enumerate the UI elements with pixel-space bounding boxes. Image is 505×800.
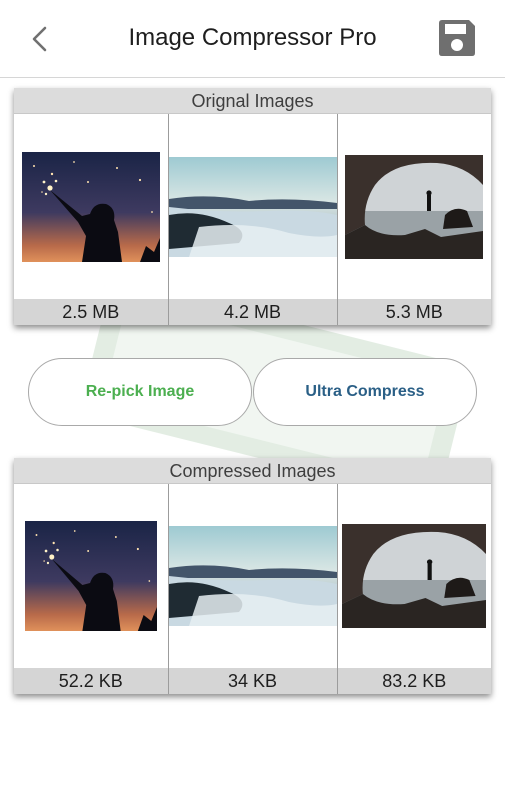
compressed-size-label: 34 KB	[168, 668, 337, 694]
sea-cave-image	[342, 524, 487, 628]
page-title: Image Compressor Pro	[128, 24, 377, 51]
original-size-label: 4.2 MB	[168, 299, 337, 325]
ultra-compress-button[interactable]: Ultra Compress	[253, 358, 477, 426]
sparkler-silhouette-image	[24, 521, 157, 631]
original-image-tile[interactable]: 4.2 MB	[168, 114, 338, 325]
compressed-image-tile[interactable]: 52.2 KB	[14, 484, 169, 694]
sea-of-clouds-image	[168, 156, 337, 257]
compressed-size-label: 83.2 KB	[337, 668, 491, 694]
app-bar: Image Compressor Pro	[0, 0, 505, 78]
compressed-image-tile[interactable]: 34 KB	[168, 484, 338, 694]
sea-cave-image	[345, 154, 484, 259]
compressed-size-label: 52.2 KB	[14, 668, 168, 694]
original-image-tile[interactable]: 2.5 MB	[14, 114, 169, 325]
compressed-image-tile[interactable]: 83.2 KB	[337, 484, 491, 694]
original-size-label: 5.3 MB	[337, 299, 491, 325]
compressed-images-header: Compressed Images	[14, 458, 491, 484]
repick-image-button[interactable]: Re-pick Image	[28, 358, 252, 426]
original-image-tile[interactable]: 5.3 MB	[337, 114, 491, 325]
original-size-label: 2.5 MB	[14, 299, 168, 325]
original-images-header: Orignal Images	[14, 88, 491, 114]
compressed-images-panel: Compressed Images 52.2 KB 34 KB 83.2 KB	[14, 458, 491, 694]
sparkler-silhouette-image	[21, 151, 160, 262]
floppy-disk-icon	[439, 20, 475, 56]
original-images-panel: Orignal Images 2.5 MB 4.2 MB 5.3 MB	[14, 88, 491, 325]
save-button[interactable]	[436, 17, 478, 59]
sea-of-clouds-image	[168, 526, 337, 626]
